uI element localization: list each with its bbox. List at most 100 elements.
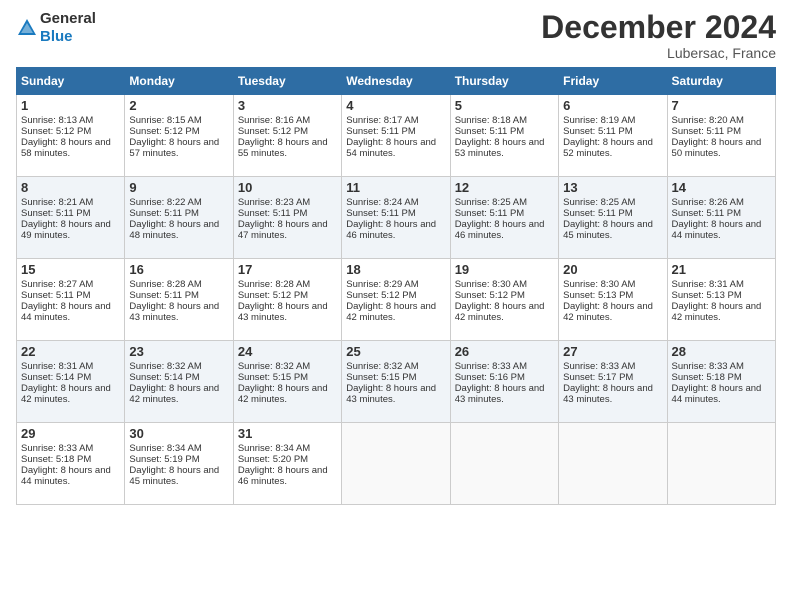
calendar-cell: 13Sunrise: 8:25 AMSunset: 5:11 PMDayligh… bbox=[559, 177, 667, 259]
logo: General Blue bbox=[16, 10, 96, 46]
calendar-cell: 31 Sunrise: 8:34 AMSunset: 5:20 PMDayligh… bbox=[233, 423, 341, 505]
page-container: General Blue December 2024 Lubersac, Fra… bbox=[0, 0, 792, 515]
day-number: 28 bbox=[672, 344, 771, 359]
calendar-header-cell: Sunday bbox=[17, 68, 125, 95]
daylight-text: Daylight: 8 hours and 42 minutes. bbox=[672, 301, 771, 323]
daylight-text: Daylight: 8 hours and 42 minutes. bbox=[455, 301, 554, 323]
sunset-text: Sunset: 5:12 PM bbox=[129, 126, 228, 137]
sunset-text: Sunset: 5:11 PM bbox=[21, 208, 120, 219]
sunrise-text: Sunrise: 8:23 AM bbox=[238, 197, 337, 208]
calendar-cell: 23Sunrise: 8:32 AMSunset: 5:14 PMDayligh… bbox=[125, 341, 233, 423]
calendar-cell: 11Sunrise: 8:24 AMSunset: 5:11 PMDayligh… bbox=[342, 177, 450, 259]
daylight-text: Daylight: 8 hours and 48 minutes. bbox=[129, 219, 228, 241]
calendar-cell: 22Sunrise: 8:31 AMSunset: 5:14 PMDayligh… bbox=[17, 341, 125, 423]
calendar-cell: 15Sunrise: 8:27 AMSunset: 5:11 PMDayligh… bbox=[17, 259, 125, 341]
calendar-cell bbox=[667, 423, 775, 505]
sunrise-text: Sunrise: 8:28 AM bbox=[129, 279, 228, 290]
calendar-header-cell: Monday bbox=[125, 68, 233, 95]
daylight-text: Daylight: 8 hours and 46 minutes. bbox=[455, 219, 554, 241]
sunrise-text: Sunrise: 8:30 AM bbox=[563, 279, 662, 290]
logo-blue: Blue bbox=[40, 28, 73, 45]
daylight-text: Daylight: 8 hours and 43 minutes. bbox=[455, 383, 554, 405]
day-number: 2 bbox=[129, 98, 228, 113]
logo-icon bbox=[16, 17, 38, 39]
calendar-header-cell: Tuesday bbox=[233, 68, 341, 95]
sunrise-text: Sunrise: 8:32 AM bbox=[346, 361, 445, 372]
calendar-cell: 12Sunrise: 8:25 AMSunset: 5:11 PMDayligh… bbox=[450, 177, 558, 259]
calendar-cell: 4Sunrise: 8:17 AMSunset: 5:11 PMDaylight… bbox=[342, 95, 450, 177]
sunrise-text: Sunrise: 8:33 AM bbox=[672, 361, 771, 372]
calendar-cell: 8 Sunrise: 8:21 AMSunset: 5:11 PMDaylight… bbox=[17, 177, 125, 259]
daylight-text: Daylight: 8 hours and 44 minutes. bbox=[21, 301, 120, 323]
sunset-text: Sunset: 5:14 PM bbox=[129, 372, 228, 383]
day-number: 31 bbox=[238, 426, 337, 441]
sunrise-text: Sunrise: 8:32 AM bbox=[238, 361, 337, 372]
daylight-text: Daylight: 8 hours and 43 minutes. bbox=[563, 383, 662, 405]
sunrise-text: Sunrise: 8:13 AM bbox=[21, 115, 120, 126]
sunset-text: Sunset: 5:11 PM bbox=[129, 290, 228, 301]
sunrise-text: Sunrise: 8:22 AM bbox=[129, 197, 228, 208]
day-number: 18 bbox=[346, 262, 445, 277]
sunset-text: Sunset: 5:11 PM bbox=[455, 126, 554, 137]
daylight-text: Daylight: 8 hours and 54 minutes. bbox=[346, 137, 445, 159]
day-number: 1 bbox=[21, 98, 120, 113]
day-number: 8 bbox=[21, 180, 120, 195]
day-number: 12 bbox=[455, 180, 554, 195]
daylight-text: Daylight: 8 hours and 49 minutes. bbox=[21, 219, 120, 241]
daylight-text: Daylight: 8 hours and 57 minutes. bbox=[129, 137, 228, 159]
day-number: 24 bbox=[238, 344, 337, 359]
sunset-text: Sunset: 5:11 PM bbox=[346, 126, 445, 137]
daylight-text: Daylight: 8 hours and 43 minutes. bbox=[238, 301, 337, 323]
sunset-text: Sunset: 5:11 PM bbox=[563, 126, 662, 137]
calendar-cell bbox=[450, 423, 558, 505]
sunrise-text: Sunrise: 8:25 AM bbox=[455, 197, 554, 208]
day-number: 15 bbox=[21, 262, 120, 277]
calendar-cell: 5Sunrise: 8:18 AMSunset: 5:11 PMDaylight… bbox=[450, 95, 558, 177]
sunset-text: Sunset: 5:20 PM bbox=[238, 454, 337, 465]
location: Lubersac, France bbox=[541, 45, 776, 61]
sunset-text: Sunset: 5:11 PM bbox=[129, 208, 228, 219]
daylight-text: Daylight: 8 hours and 43 minutes. bbox=[346, 383, 445, 405]
sunrise-text: Sunrise: 8:21 AM bbox=[21, 197, 120, 208]
sunrise-text: Sunrise: 8:33 AM bbox=[455, 361, 554, 372]
sunrise-text: Sunrise: 8:24 AM bbox=[346, 197, 445, 208]
sunset-text: Sunset: 5:13 PM bbox=[672, 290, 771, 301]
day-number: 16 bbox=[129, 262, 228, 277]
calendar-cell bbox=[342, 423, 450, 505]
sunrise-text: Sunrise: 8:33 AM bbox=[563, 361, 662, 372]
sunset-text: Sunset: 5:19 PM bbox=[129, 454, 228, 465]
calendar-cell: 20Sunrise: 8:30 AMSunset: 5:13 PMDayligh… bbox=[559, 259, 667, 341]
sunrise-text: Sunrise: 8:32 AM bbox=[129, 361, 228, 372]
sunrise-text: Sunrise: 8:19 AM bbox=[563, 115, 662, 126]
calendar-cell: 29Sunrise: 8:33 AMSunset: 5:18 PMDayligh… bbox=[17, 423, 125, 505]
sunrise-text: Sunrise: 8:16 AM bbox=[238, 115, 337, 126]
day-number: 9 bbox=[129, 180, 228, 195]
sunrise-text: Sunrise: 8:34 AM bbox=[238, 443, 337, 454]
day-number: 14 bbox=[672, 180, 771, 195]
day-number: 26 bbox=[455, 344, 554, 359]
sunset-text: Sunset: 5:16 PM bbox=[455, 372, 554, 383]
day-number: 7 bbox=[672, 98, 771, 113]
calendar-header-row: SundayMondayTuesdayWednesdayThursdayFrid… bbox=[17, 68, 776, 95]
calendar-cell: 24Sunrise: 8:32 AMSunset: 5:15 PMDayligh… bbox=[233, 341, 341, 423]
logo-general: General bbox=[40, 10, 96, 27]
day-number: 4 bbox=[346, 98, 445, 113]
calendar-cell: 17Sunrise: 8:28 AMSunset: 5:12 PMDayligh… bbox=[233, 259, 341, 341]
calendar-cell: 9 Sunrise: 8:22 AMSunset: 5:11 PMDaylight… bbox=[125, 177, 233, 259]
day-number: 5 bbox=[455, 98, 554, 113]
calendar-table: SundayMondayTuesdayWednesdayThursdayFrid… bbox=[16, 67, 776, 505]
sunset-text: Sunset: 5:12 PM bbox=[21, 126, 120, 137]
sunrise-text: Sunrise: 8:26 AM bbox=[672, 197, 771, 208]
calendar-cell bbox=[559, 423, 667, 505]
calendar-cell: 30Sunrise: 8:34 AMSunset: 5:19 PMDayligh… bbox=[125, 423, 233, 505]
day-number: 3 bbox=[238, 98, 337, 113]
calendar-cell: 7Sunrise: 8:20 AMSunset: 5:11 PMDaylight… bbox=[667, 95, 775, 177]
calendar-week-row: 8Sunrise: 8:21 AMSunset: 5:11 PMDaylight… bbox=[17, 177, 776, 259]
daylight-text: Daylight: 8 hours and 46 minutes. bbox=[346, 219, 445, 241]
calendar-header-cell: Friday bbox=[559, 68, 667, 95]
calendar-cell: 19Sunrise: 8:30 AMSunset: 5:12 PMDayligh… bbox=[450, 259, 558, 341]
daylight-text: Daylight: 8 hours and 44 minutes. bbox=[672, 219, 771, 241]
day-number: 21 bbox=[672, 262, 771, 277]
sunset-text: Sunset: 5:14 PM bbox=[21, 372, 120, 383]
daylight-text: Daylight: 8 hours and 46 minutes. bbox=[238, 465, 337, 487]
